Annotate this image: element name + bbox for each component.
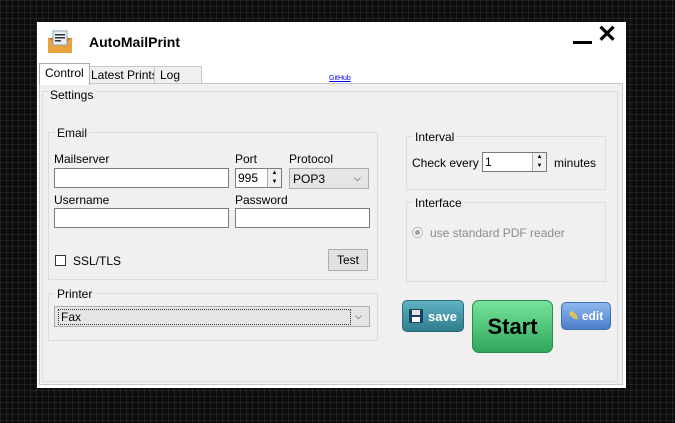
check-every-label: Check every xyxy=(412,156,479,170)
protocol-value: POP3 xyxy=(293,171,326,186)
settings-legend: Settings xyxy=(48,88,96,102)
chevron-down-icon: ⌵ xyxy=(354,173,361,183)
interface-group xyxy=(406,202,606,282)
tab-log[interactable]: Log xyxy=(154,66,202,84)
app-window: AutoMailPrint ✕ Control Latest Prints Lo… xyxy=(37,22,626,388)
tab-latest-prints[interactable]: Latest Prints xyxy=(85,66,164,84)
mail-envelope-icon xyxy=(47,29,73,55)
username-input[interactable] xyxy=(54,208,229,228)
github-link[interactable]: GitHub xyxy=(329,75,351,82)
ssl-tls-label: SSL/TLS xyxy=(73,254,122,268)
edit-button[interactable]: ✎ edit xyxy=(561,302,611,330)
mailserver-label: Mailserver xyxy=(54,152,110,166)
standard-pdf-reader-label: use standard PDF reader xyxy=(430,226,565,240)
email-legend: Email xyxy=(55,126,90,140)
printer-value: Fax xyxy=(58,308,351,325)
chevron-down-icon: ⌵ xyxy=(355,311,362,321)
test-button[interactable]: Test xyxy=(328,249,368,271)
edit-label: edit xyxy=(581,309,604,323)
protocol-label: Protocol xyxy=(289,152,334,166)
floppy-disk-icon xyxy=(409,309,424,323)
control-tab-panel: Settings Email Mailserver Port 995 ▲ ▼ Pr… xyxy=(39,83,623,385)
port-stepper[interactable]: 995 ▲ ▼ xyxy=(235,168,282,188)
pencil-icon: ✎ xyxy=(568,309,579,323)
password-input[interactable] xyxy=(235,208,370,228)
minimize-icon[interactable] xyxy=(573,41,592,44)
printer-legend: Printer xyxy=(55,287,95,301)
protocol-dropdown[interactable]: POP3 ⌵ xyxy=(289,168,369,189)
standard-pdf-reader-radio[interactable] xyxy=(412,227,423,238)
username-label: Username xyxy=(54,193,110,207)
minutes-label: minutes xyxy=(554,156,597,170)
interval-spin-buttons[interactable]: ▲ ▼ xyxy=(532,153,546,171)
interval-legend: Interval xyxy=(413,130,457,144)
port-label: Port xyxy=(235,152,258,166)
password-label: Password xyxy=(235,193,288,207)
ssl-tls-checkbox[interactable] xyxy=(55,255,66,266)
save-label: save xyxy=(428,308,457,324)
window-title: AutoMailPrint xyxy=(89,34,180,50)
save-button[interactable]: save xyxy=(402,300,464,332)
port-spin-buttons[interactable]: ▲ ▼ xyxy=(267,169,281,187)
mailserver-input[interactable] xyxy=(54,168,229,188)
port-value: 995 xyxy=(238,171,259,185)
interval-value: 1 xyxy=(485,155,492,169)
interval-stepper[interactable]: 1 ▲ ▼ xyxy=(482,152,547,172)
printer-dropdown[interactable]: Fax ⌵ xyxy=(54,306,370,327)
interface-legend: Interface xyxy=(413,196,464,210)
start-button[interactable]: Start xyxy=(472,300,553,353)
close-icon[interactable]: ✕ xyxy=(597,22,617,48)
tab-control[interactable]: Control xyxy=(39,63,90,85)
